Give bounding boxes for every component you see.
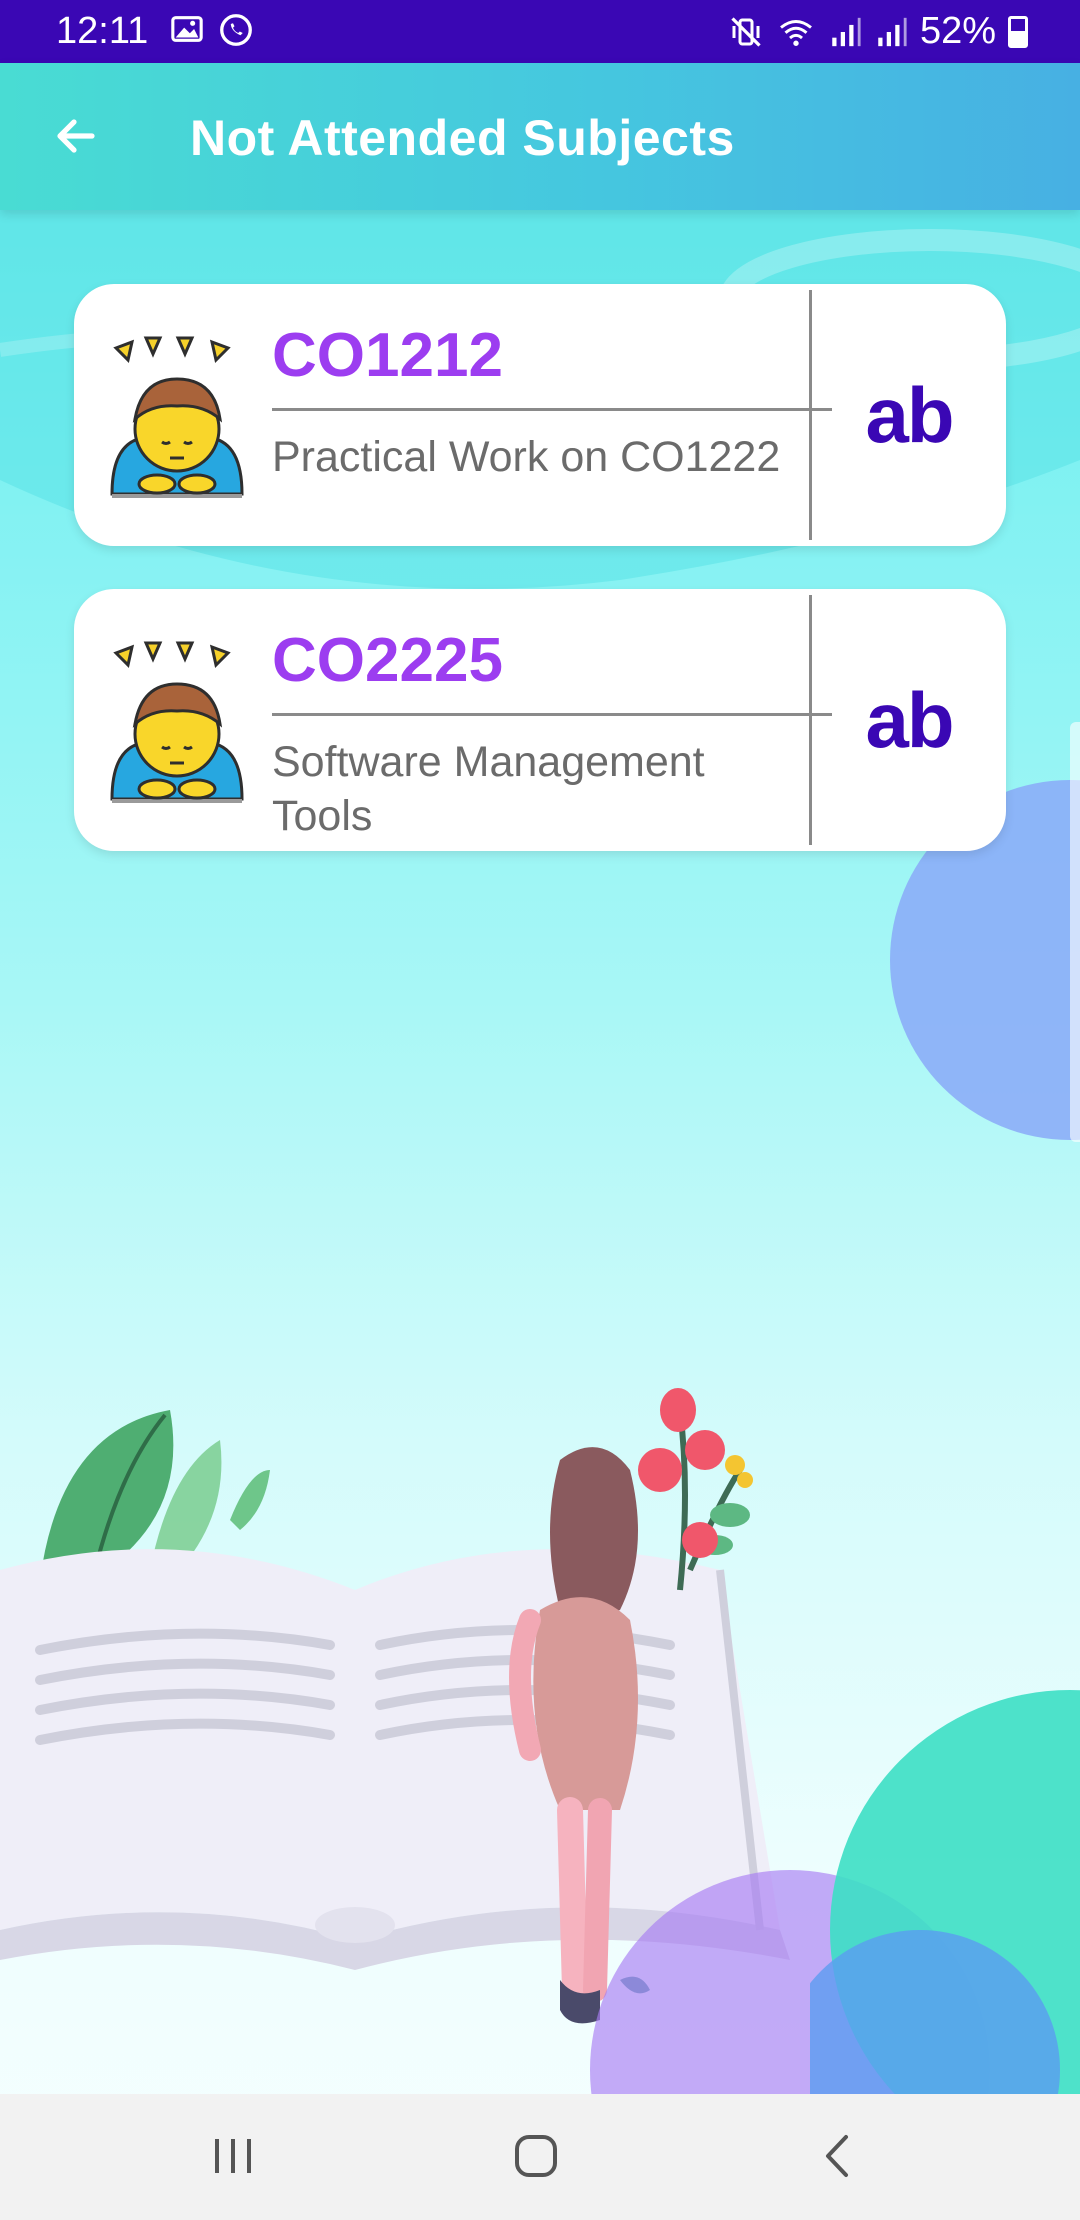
subject-name: Practical Work on CO1222 xyxy=(272,433,781,481)
signal-icon xyxy=(878,17,907,46)
card-divider xyxy=(272,408,832,411)
status-right: 52% xyxy=(728,10,1028,53)
signal-icon xyxy=(832,17,861,46)
wifi-icon xyxy=(780,19,812,46)
app-bar: Not Attended Subjects xyxy=(0,63,1080,210)
absent-badge: ab xyxy=(865,370,954,459)
status-bar: 12:11 52% xyxy=(0,0,1080,63)
system-nav-bar xyxy=(0,2094,1080,2220)
person-bowing-icon xyxy=(110,336,244,498)
card-divider xyxy=(272,713,832,716)
subject-card[interactable]: CO2225 Software Management Tools ab xyxy=(74,589,1006,851)
subject-code: CO1212 xyxy=(272,321,503,390)
back-nav-button[interactable] xyxy=(798,2124,878,2188)
subject-card[interactable]: CO1212 Practical Work on CO1222 ab xyxy=(74,284,1006,546)
home-button[interactable] xyxy=(496,2124,576,2188)
subject-name: Software Management Tools xyxy=(272,738,705,840)
whatsapp-icon xyxy=(220,14,252,46)
absent-badge: ab xyxy=(865,675,954,764)
scroll-handle[interactable] xyxy=(1070,722,1080,1142)
arrow-back-icon xyxy=(57,119,95,153)
notification-icons xyxy=(170,12,254,48)
subject-code: CO2225 xyxy=(272,626,503,695)
page-title: Not Attended Subjects xyxy=(190,110,735,166)
battery-icon xyxy=(1008,15,1028,48)
green-circle-decoration xyxy=(810,1690,1080,2094)
recent-apps-icon xyxy=(215,2139,251,2173)
person-bowing-icon xyxy=(110,641,244,803)
back-button[interactable] xyxy=(48,108,104,164)
status-time: 12:11 xyxy=(56,10,149,52)
home-icon xyxy=(515,2135,557,2177)
screen: 12:11 52% Not Attended Subjects CO1212 P… xyxy=(0,0,1080,2220)
mute-vibrate-icon xyxy=(731,16,761,47)
chevron-left-icon xyxy=(826,2135,848,2177)
battery-percentage: 52% xyxy=(919,10,996,52)
recent-apps-button[interactable] xyxy=(194,2124,274,2188)
image-icon xyxy=(171,16,203,42)
